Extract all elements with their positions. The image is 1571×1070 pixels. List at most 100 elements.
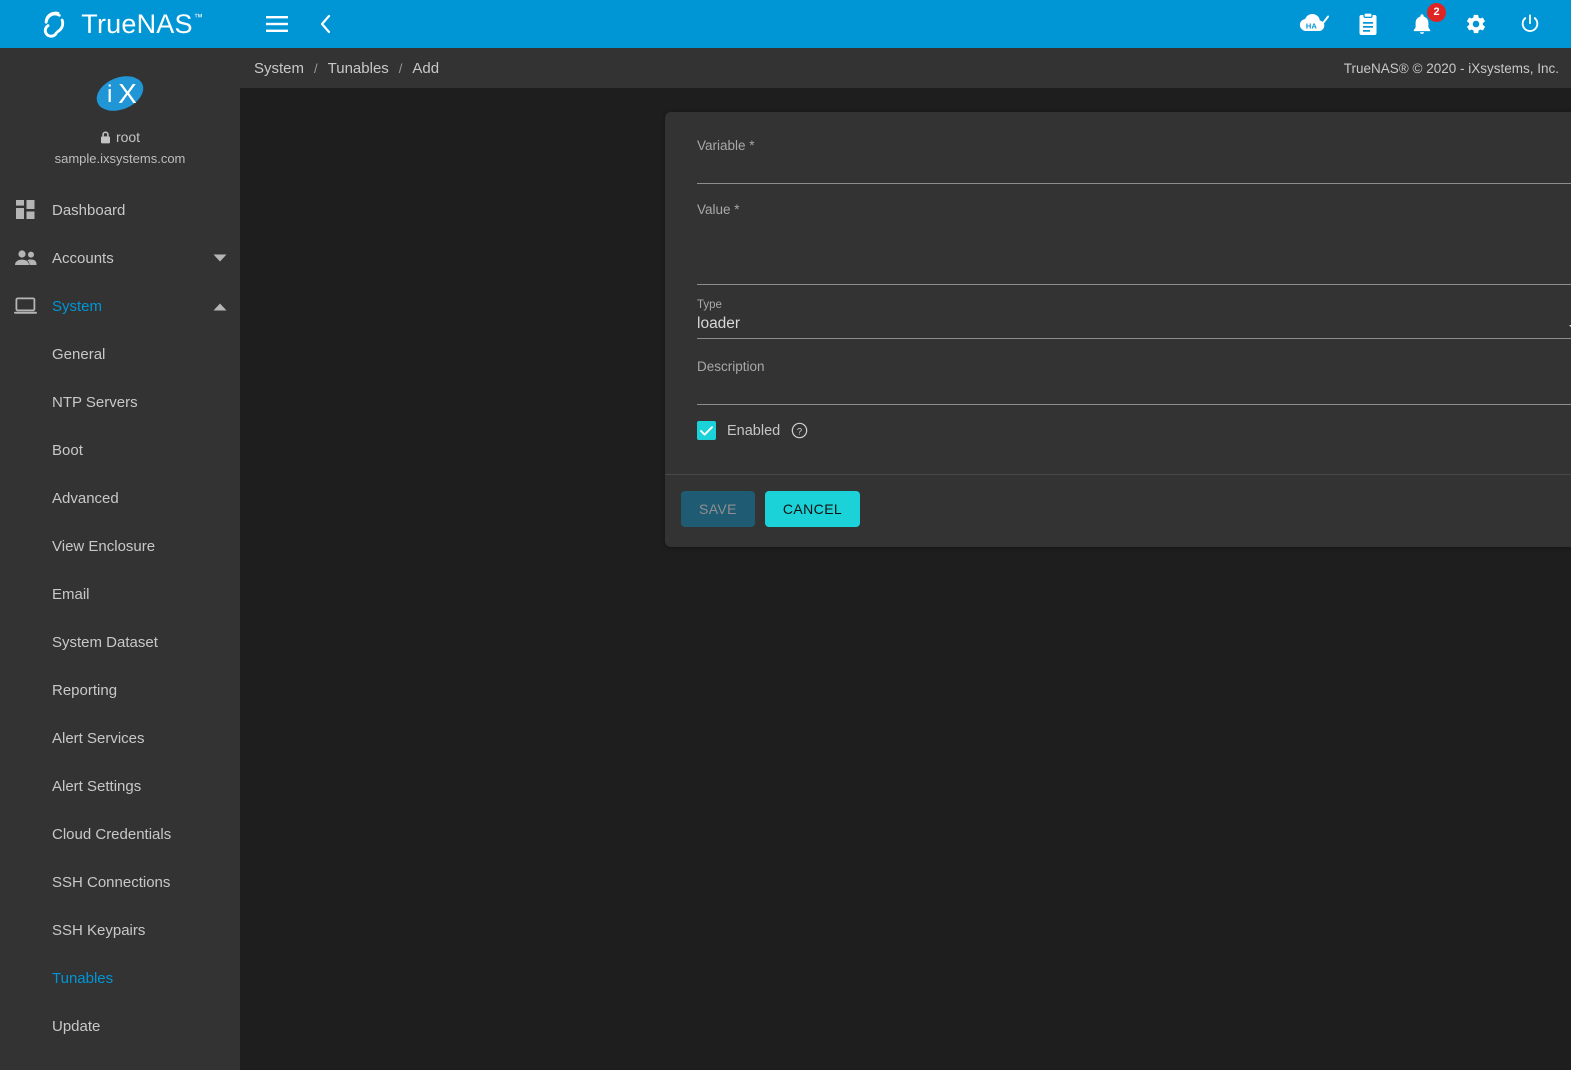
brand-name: TrueNAS	[81, 8, 193, 39]
sidebar-item-boot[interactable]: Boot	[0, 426, 240, 474]
sidebar-sub-label: SSH Connections	[52, 873, 171, 891]
sidebar-item-label: Accounts	[52, 249, 114, 267]
value-field-group: Value * ?	[681, 202, 1571, 285]
dashboard-grid-icon	[0, 200, 52, 220]
sidebar-item-reporting[interactable]: Reporting	[0, 666, 240, 714]
chevron-left-glyph	[320, 14, 331, 34]
value-textarea[interactable]	[697, 223, 1571, 285]
sidebar-username: root	[115, 129, 141, 145]
description-input[interactable]	[697, 380, 1571, 405]
sidebar-item-general[interactable]: General	[0, 330, 240, 378]
form-action-buttons: SAVE CANCEL	[665, 475, 1571, 547]
enabled-checkbox[interactable]	[697, 421, 716, 440]
cancel-button[interactable]: CANCEL	[764, 491, 861, 527]
gear-icon[interactable]	[1461, 9, 1491, 39]
sidebar-sub-label: Cloud Credentials	[52, 825, 172, 843]
tunable-add-form-card: Variable * ? Value *	[665, 112, 1571, 547]
power-icon[interactable]	[1515, 9, 1545, 39]
sidebar-item-label: System	[52, 297, 103, 315]
dashboard-grid-glyph	[16, 200, 35, 219]
svg-text:?: ?	[797, 426, 802, 437]
clipboard-tasks-icon[interactable]	[1353, 9, 1383, 39]
notification-bell-icon[interactable]: 2	[1407, 3, 1446, 39]
type-field-label: Type	[697, 299, 722, 311]
sidebar-sub-label: SSH Keypairs	[52, 921, 146, 939]
topbar-left-controls	[240, 0, 340, 48]
breadcrumb-bar: System / Tunables / Add TrueNAS® © 2020 …	[240, 48, 1571, 88]
top-navigation-bar: TrueNAS ™ HA 2	[0, 0, 1571, 48]
sidebar-item-ssh-connections[interactable]: SSH Connections	[0, 858, 240, 906]
hamburger-menu-icon[interactable]	[262, 9, 292, 39]
chevron-down-glyph	[213, 254, 227, 261]
topbar-right-controls: HA 2	[1299, 0, 1571, 48]
copyright-text: TrueNAS® © 2020 - iXsystems, Inc.	[1343, 60, 1559, 76]
sidebar-sub-label: Boot	[52, 441, 83, 459]
type-select-value[interactable]: loader	[697, 313, 1571, 339]
monitor-glyph	[14, 297, 37, 314]
sidebar-item-alert-settings[interactable]: Alert Settings	[0, 762, 240, 810]
hamburger-menu-glyph	[266, 16, 288, 32]
people-glyph	[15, 250, 37, 265]
sidebar-sub-label: Email	[52, 585, 90, 603]
breadcrumb-item-add[interactable]: Add	[408, 60, 443, 77]
sidebar-item-view-enclosure[interactable]: View Enclosure	[0, 522, 240, 570]
variable-input[interactable]	[697, 159, 1571, 184]
sidebar-item-cloud-credentials[interactable]: Cloud Credentials	[0, 810, 240, 858]
sidebar-sub-label: NTP Servers	[52, 393, 138, 411]
sidebar-item-email[interactable]: Email	[0, 570, 240, 618]
sidebar-item-system-dataset[interactable]: System Dataset	[0, 618, 240, 666]
app-body: i X root sample.ixsystems.com Dashboard …	[0, 48, 1571, 1070]
sidebar-item-dashboard[interactable]: Dashboard	[0, 186, 240, 234]
monitor-icon	[0, 297, 52, 315]
brand-trademark: ™	[193, 11, 203, 22]
sidebar-username-row: root	[0, 129, 240, 145]
sidebar-item-advanced[interactable]: Advanced	[0, 474, 240, 522]
ix-avatar-logo-icon: i X	[96, 76, 144, 111]
sidebar-sub-label: Alert Settings	[52, 777, 142, 795]
svg-text:i: i	[107, 81, 112, 108]
sidebar-item-tunables[interactable]: Tunables	[0, 954, 240, 1002]
sidebar-item-system[interactable]: System	[0, 282, 240, 330]
form-content-region: Variable * ? Value *	[240, 88, 1571, 1070]
lock-icon	[100, 130, 110, 143]
sidebar: i X root sample.ixsystems.com Dashboard …	[0, 48, 240, 1070]
sidebar-item-accounts[interactable]: Accounts	[0, 234, 240, 282]
save-button[interactable]: SAVE	[681, 491, 755, 527]
sidebar-sub-label: Tunables	[52, 969, 114, 987]
people-icon	[0, 249, 52, 267]
sidebar-user-block: i X root sample.ixsystems.com	[0, 48, 240, 180]
sidebar-sub-label: Update	[52, 1017, 101, 1035]
form-fields-container: Variable * ? Value *	[665, 112, 1571, 460]
enabled-checkbox-row: Enabled ?	[681, 411, 1571, 444]
truenas-wave-logo-icon	[44, 11, 65, 38]
power-glyph	[1521, 14, 1539, 32]
sidebar-item-update[interactable]: Update	[0, 1002, 240, 1050]
breadcrumb-item-tunables[interactable]: Tunables	[324, 60, 393, 77]
ha-status-icon[interactable]: HA	[1299, 9, 1329, 39]
breadcrumb-separator: /	[314, 60, 318, 76]
sidebar-item-alert-services[interactable]: Alert Services	[0, 714, 240, 762]
sidebar-hostname: sample.ixsystems.com	[54, 151, 186, 166]
sidebar-item-ssh-keypairs[interactable]: SSH Keypairs	[0, 906, 240, 954]
breadcrumb-item-system[interactable]: System	[250, 60, 308, 77]
sidebar-sub-label: General	[52, 345, 106, 363]
gear-glyph	[1466, 14, 1485, 34]
sidebar-sub-label: Advanced	[52, 489, 119, 507]
variable-field-label: Variable *	[697, 138, 755, 153]
chevron-down-icon[interactable]	[200, 254, 240, 263]
clipboard-glyph	[1359, 12, 1377, 35]
brand-logo-area[interactable]: TrueNAS ™	[0, 0, 240, 48]
alerts-count-badge: 2	[1427, 3, 1446, 22]
chevron-up-glyph	[213, 303, 227, 310]
breadcrumb: System / Tunables / Add	[250, 60, 443, 77]
help-circle-glyph: ?	[791, 422, 808, 439]
sidebar-item-ntp-servers[interactable]: NTP Servers	[0, 378, 240, 426]
type-field-group: Type loader ?	[681, 299, 1571, 339]
chevron-up-icon[interactable]	[200, 302, 240, 311]
chevron-left-icon[interactable]	[310, 9, 340, 39]
svg-text:HA: HA	[1306, 21, 1317, 30]
enabled-label: Enabled	[727, 422, 781, 439]
help-circle-icon[interactable]: ?	[791, 422, 808, 439]
description-field-group: Description ?	[681, 359, 1571, 405]
